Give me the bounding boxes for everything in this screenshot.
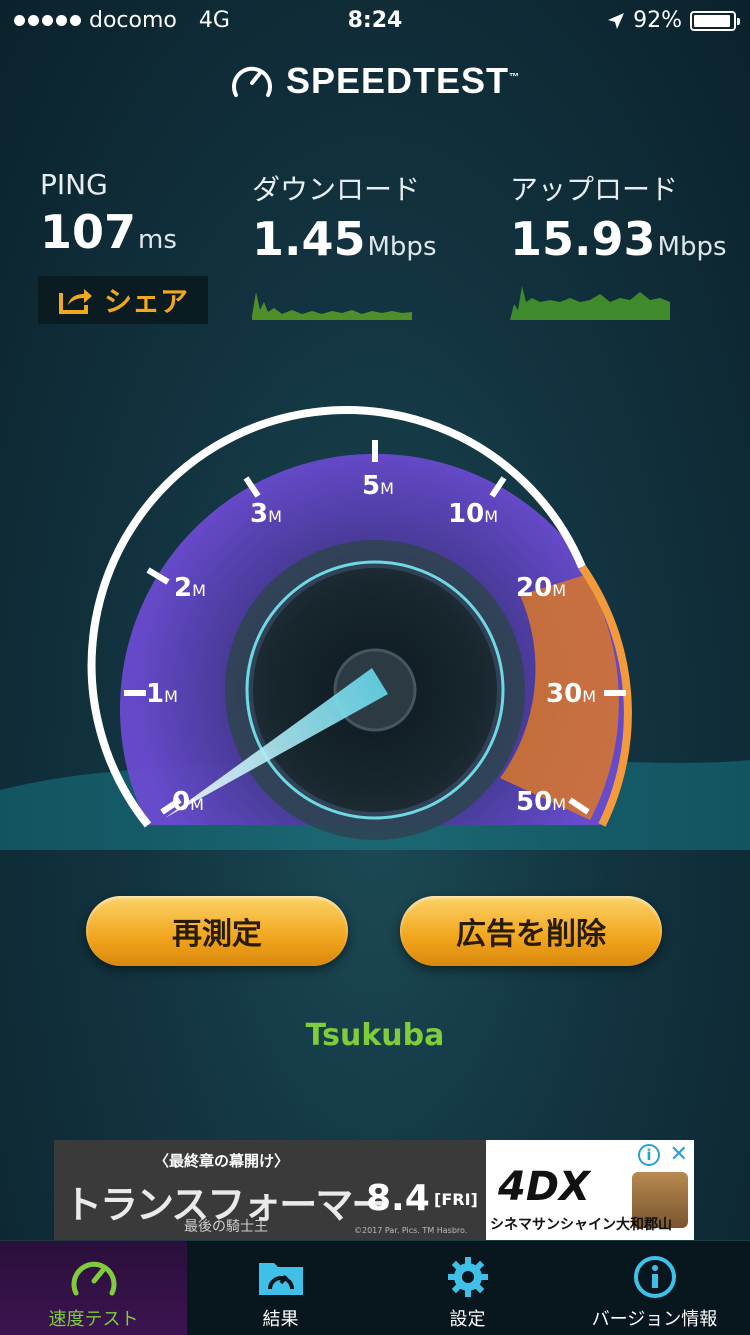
ad-movie-panel[interactable]: 〈最終章の幕開け〉 トランスフォーマー 最後の騎士王 8.4 [FRI] ©20… bbox=[54, 1140, 486, 1240]
gear-icon bbox=[447, 1257, 488, 1297]
folder-gauge-icon bbox=[258, 1263, 303, 1295]
ping-unit: ms bbox=[138, 225, 177, 255]
ping-metric: PING 107ms bbox=[40, 168, 177, 259]
speedometer-icon bbox=[71, 1261, 116, 1296]
download-label: ダウンロード bbox=[252, 173, 421, 206]
ad-info-icon[interactable]: i bbox=[638, 1144, 660, 1166]
ad-brand-panel[interactable]: 4DX シネマサンシャイン大和郡山 bbox=[486, 1140, 694, 1240]
ad-date: 8.4 bbox=[366, 1178, 430, 1219]
tab-results[interactable]: 結果 bbox=[187, 1241, 374, 1335]
info-icon bbox=[633, 1256, 676, 1298]
tab-speed-test[interactable]: 速度テスト bbox=[0, 1241, 187, 1335]
ad-day: [FRI] bbox=[434, 1190, 478, 1209]
ad-banner[interactable]: 〈最終章の幕開け〉 トランスフォーマー 最後の騎士王 8.4 [FRI] ©20… bbox=[54, 1140, 694, 1240]
download-unit: Mbps bbox=[367, 232, 437, 262]
download-value: 1.45 bbox=[252, 212, 366, 266]
ad-close-icon[interactable]: ✕ bbox=[670, 1142, 688, 1167]
tab-settings[interactable]: 設定 bbox=[374, 1241, 561, 1335]
ad-kicker: 〈最終章の幕開け〉 bbox=[154, 1152, 290, 1170]
share-label: シェア bbox=[103, 285, 188, 318]
upload-label: アップロード bbox=[510, 173, 679, 206]
upload-value: 15.93 bbox=[510, 212, 656, 266]
upload-unit: Mbps bbox=[657, 232, 727, 262]
ad-brand: 4DX bbox=[498, 1164, 590, 1210]
ad-subtitle: 最後の騎士王 bbox=[184, 1219, 268, 1235]
server-location[interactable]: Tsukuba bbox=[0, 1018, 750, 1053]
logo-text: SPEEDTEST bbox=[285, 60, 510, 101]
tab-bar: 速度テスト 結果 設定 バージョン情報 bbox=[0, 1240, 750, 1335]
trademark: ™ bbox=[509, 72, 521, 83]
location-arrow-icon bbox=[608, 12, 625, 29]
status-bar: docomo 4G 8:24 92% bbox=[0, 0, 750, 40]
tab-label: バージョン情報 bbox=[591, 1309, 718, 1330]
ad-cinema: シネマサンシャイン大和郡山 bbox=[490, 1217, 672, 1233]
retest-button[interactable]: 再測定 bbox=[86, 896, 348, 966]
tab-label: 速度テスト bbox=[48, 1309, 139, 1330]
gauge-logo-icon bbox=[232, 66, 272, 97]
share-icon bbox=[58, 289, 92, 314]
download-sparkline bbox=[252, 292, 412, 320]
download-metric: ダウンロード 1.45Mbps bbox=[252, 168, 437, 324]
speed-gauge: 0M 1M 2M 3M 5M 10M 20M 30M 50M bbox=[0, 406, 750, 850]
upload-metric: アップロード 15.93Mbps bbox=[510, 168, 727, 324]
tab-label: 設定 bbox=[449, 1309, 486, 1330]
upload-sparkline bbox=[510, 286, 670, 320]
speedtest-logo: SPEEDTEST™ bbox=[0, 60, 750, 102]
ad-copyright: ©2017 Par. Pics. TM Hasbro. bbox=[354, 1226, 468, 1235]
tab-label: 結果 bbox=[262, 1309, 299, 1330]
ping-label: PING bbox=[40, 168, 108, 201]
battery-icon bbox=[690, 10, 740, 31]
battery-percent: 92% bbox=[633, 8, 682, 33]
tab-version-info[interactable]: バージョン情報 bbox=[561, 1241, 748, 1335]
remove-ads-button[interactable]: 広告を削除 bbox=[400, 896, 662, 966]
share-button[interactable]: シェア bbox=[38, 276, 208, 324]
ping-value: 107 bbox=[40, 205, 137, 259]
